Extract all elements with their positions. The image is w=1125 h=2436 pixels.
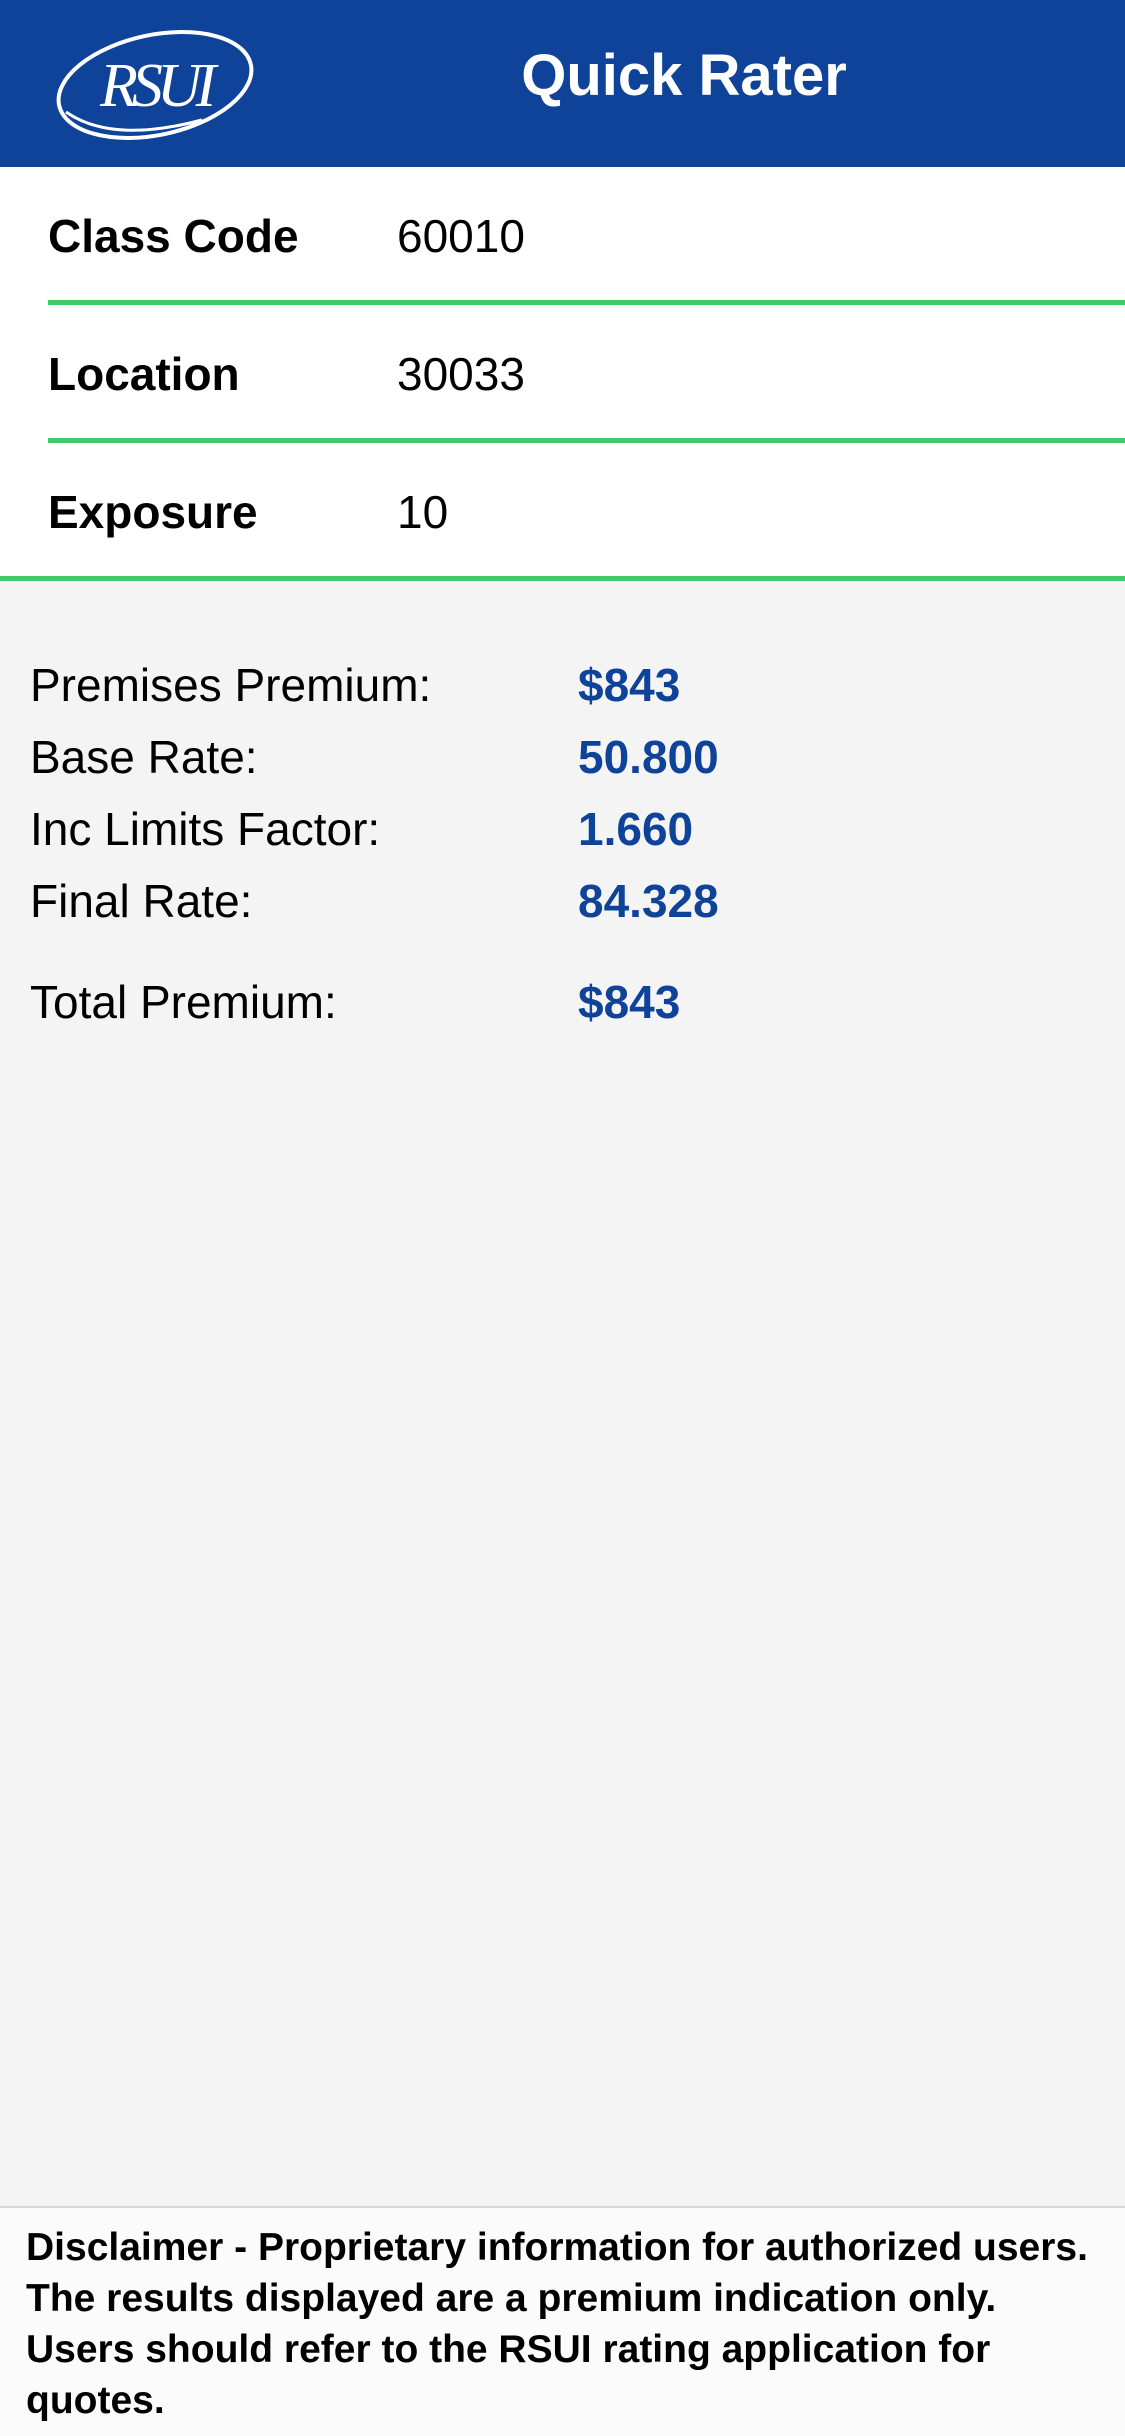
inc-limits-factor-row: Inc Limits Factor: 1.660 xyxy=(0,799,1125,859)
inc-limits-factor-label: Inc Limits Factor: xyxy=(30,803,381,855)
inc-limits-factor-value: 1.660 xyxy=(578,803,694,855)
exposure-row[interactable]: Exposure 10 xyxy=(0,443,1125,581)
location-row[interactable]: Location 30033 xyxy=(0,305,1125,443)
exposure-field[interactable]: 10 xyxy=(397,483,448,541)
disclaimer-footer: Disclaimer - Proprietary information for… xyxy=(0,2206,1125,2436)
rsui-logo: RSUI xyxy=(52,24,258,146)
exposure-underline xyxy=(0,576,1125,581)
base-rate-label: Base Rate: xyxy=(30,731,258,783)
total-premium-value: $843 xyxy=(578,976,681,1028)
class-code-field[interactable]: 60010 xyxy=(397,207,525,265)
class-code-label: Class Code xyxy=(48,210,299,262)
final-rate-value: 84.328 xyxy=(578,875,719,927)
base-rate-row: Base Rate: 50.800 xyxy=(0,727,1125,787)
final-rate-label: Final Rate: xyxy=(30,875,253,927)
location-field[interactable]: 30033 xyxy=(397,345,525,403)
class-code-row[interactable]: Class Code 60010 xyxy=(0,167,1125,305)
svg-text:RSUI: RSUI xyxy=(99,52,220,120)
total-premium-label: Total Premium: xyxy=(30,976,337,1028)
location-label: Location xyxy=(48,348,240,400)
final-rate-row: Final Rate: 84.328 xyxy=(0,871,1125,931)
app-header: RSUI Quick Rater xyxy=(0,0,1125,167)
exposure-label: Exposure xyxy=(48,486,258,538)
disclaimer-text: Disclaimer - Proprietary information for… xyxy=(26,2226,1088,2422)
premises-premium-value: $843 xyxy=(578,659,681,711)
total-premium-row: Total Premium: $843 xyxy=(0,972,1125,1032)
base-rate-value: 50.800 xyxy=(578,731,719,783)
page-title: Quick Rater xyxy=(521,43,847,108)
premises-premium-label: Premises Premium: xyxy=(30,659,432,711)
rater-form: Class Code 60010 Location 30033 Exposure… xyxy=(0,167,1125,581)
premises-premium-row: Premises Premium: $843 xyxy=(0,655,1125,715)
quick-rater-screen: RSUI Quick Rater Class Code 60010 Locati… xyxy=(0,0,1125,2436)
